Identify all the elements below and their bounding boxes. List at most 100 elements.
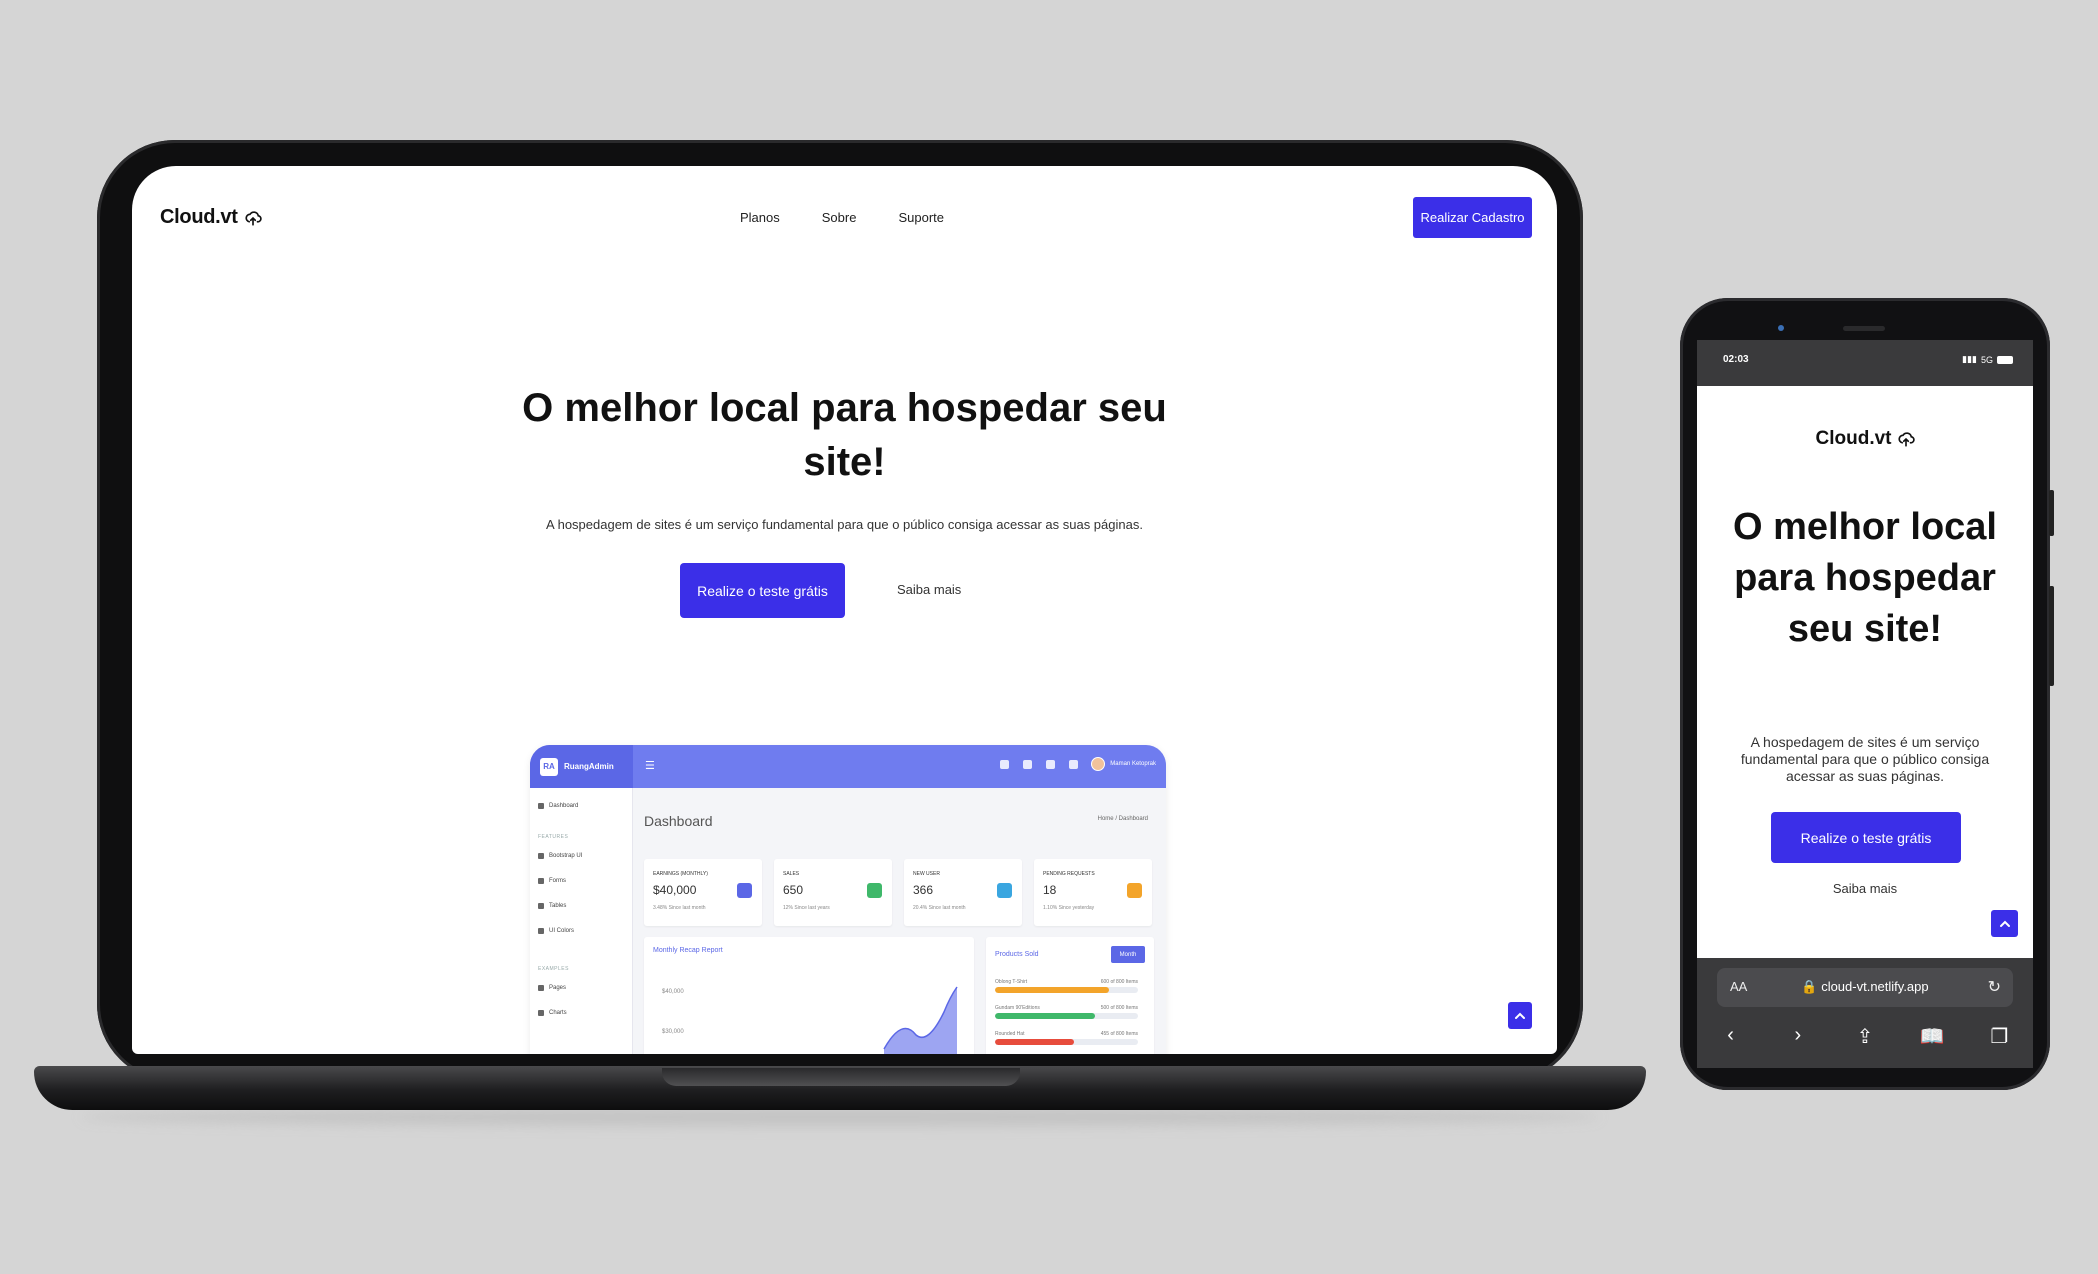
calendar-icon bbox=[737, 883, 752, 898]
stat-card-label: NEW USER bbox=[913, 871, 940, 877]
product-info: 600 of 800 Items bbox=[1100, 979, 1138, 985]
logo-text: Cloud.vt bbox=[160, 206, 238, 228]
comments-icon bbox=[1127, 883, 1142, 898]
dashboard-brand-text: RuangAdmin bbox=[564, 762, 614, 771]
sidebar-item-label: UI Colors bbox=[549, 928, 575, 934]
url-text: 🔒 cloud-vt.netlify.app bbox=[1717, 979, 2013, 995]
product-bar-fill bbox=[995, 1013, 1096, 1019]
sidebar-item-label: Charts bbox=[549, 1010, 567, 1016]
monthly-recap-panel: Monthly Recap Report $40,000 $30,000 bbox=[644, 937, 974, 1054]
stat-card-value: 18 bbox=[1043, 883, 1057, 897]
box-icon bbox=[538, 853, 544, 859]
stat-card-pending: PENDING REQUESTS 18 1.10% Since yesterda… bbox=[1034, 859, 1152, 926]
nav-link-suporte[interactable]: Suporte bbox=[898, 210, 944, 225]
logo-text: Cloud.vt bbox=[1815, 428, 1892, 449]
stat-card-earnings: EARNINGS (MONTHLY) $40,000 3.48% Since l… bbox=[644, 859, 762, 926]
month-dropdown: Month bbox=[1111, 946, 1145, 963]
sidebar-item-pages: Pages bbox=[538, 985, 566, 991]
dashboard-icon bbox=[538, 803, 544, 809]
sidebar-item-ui-colors: UI Colors bbox=[538, 928, 574, 934]
phone-volume-button bbox=[2049, 490, 2054, 536]
mobile-hero-title: O melhor local para hospedar seu site! bbox=[1733, 506, 1997, 650]
nav-link-planos[interactable]: Planos bbox=[740, 210, 780, 225]
sidebar-item-charts: Charts bbox=[538, 1010, 567, 1016]
stat-card-new-user: NEW USER 366 20.4% Since last month bbox=[904, 859, 1022, 926]
palette-icon bbox=[538, 928, 544, 934]
product-bar-row: Oblong T-Shirt 600 of 800 Items bbox=[995, 979, 1138, 993]
breadcrumb: Home / Dashboard bbox=[1097, 816, 1148, 822]
product-bar-fill bbox=[995, 987, 1110, 993]
chevron-up-icon bbox=[1999, 920, 2010, 927]
scroll-to-top-button[interactable] bbox=[1508, 1002, 1532, 1029]
stat-card-note: 12% Since last years bbox=[783, 905, 830, 911]
cloud-upload-icon bbox=[245, 210, 262, 226]
mobile-scroll-to-top-button[interactable] bbox=[1991, 910, 2018, 937]
product-bar-row: Rounded Hat 455 of 800 Items bbox=[995, 1031, 1138, 1045]
reload-icon[interactable]: ↻ bbox=[1988, 977, 2001, 997]
stat-card-label: EARNINGS (MONTHLY) bbox=[653, 871, 708, 877]
stat-card-label: PENDING REQUESTS bbox=[1043, 871, 1095, 877]
product-info: 455 of 800 Items bbox=[1100, 1031, 1138, 1037]
hamburger-icon: ☰ bbox=[645, 760, 655, 772]
dashboard-sidebar: Dashboard FEATURES Bootstrap UI Forms Ta… bbox=[530, 788, 633, 1054]
nav-link-sobre[interactable]: Sobre bbox=[822, 210, 857, 225]
url-bar[interactable]: AA 🔒 cloud-vt.netlify.app ↻ bbox=[1717, 968, 2013, 1007]
product-bar-fill bbox=[995, 1039, 1074, 1045]
laptop-screen: Cloud.vt Planos Sobre Suporte Realizar C… bbox=[132, 166, 1557, 1054]
bookmarks-icon[interactable]: 📖 bbox=[1917, 1024, 1947, 1049]
stat-card-sales: SALES 650 12% Since last years bbox=[774, 859, 892, 926]
learn-more-link[interactable]: Saiba mais bbox=[897, 582, 961, 597]
phone-screen: Cloud.vt O melhor local para hospedar se… bbox=[1697, 386, 2033, 958]
stat-card-label: SALES bbox=[783, 871, 800, 877]
users-icon bbox=[997, 883, 1012, 898]
product-info: 500 of 800 Items bbox=[1100, 1005, 1138, 1011]
product-name: Oblong T-Shirt bbox=[995, 979, 1028, 985]
site-navbar: Cloud.vt Planos Sobre Suporte Realizar C… bbox=[132, 166, 1557, 266]
sidebar-item-forms: Forms bbox=[538, 878, 566, 884]
sidebar-heading-examples: EXAMPLES bbox=[538, 966, 569, 972]
product-name: Rounded Hat bbox=[995, 1031, 1025, 1037]
browser-toolbar: ‹ › ⇪ 📖 ❐ bbox=[1697, 1024, 2033, 1049]
chevron-up-icon bbox=[1515, 1012, 1525, 1019]
sidebar-item-label: Bootstrap UI bbox=[549, 853, 583, 859]
mobile-hero-subtitle: A hospedagem de sites é um serviço funda… bbox=[1740, 734, 1990, 784]
product-name: Gundam 90'Editions bbox=[995, 1005, 1040, 1011]
battery-icon bbox=[1997, 355, 2013, 364]
back-icon[interactable]: ‹ bbox=[1716, 1024, 1746, 1049]
free-trial-button[interactable]: Realize o teste grátis bbox=[680, 563, 845, 618]
mobile-site-logo[interactable]: Cloud.vt bbox=[1697, 428, 2033, 450]
panel-title: Products Sold bbox=[995, 951, 1039, 958]
phone-status-bar: 02:03 ▮▮▮ 5G bbox=[1697, 340, 2033, 386]
dashboard-logo-badge: RA bbox=[540, 757, 558, 776]
products-sold-panel: Products Sold Month Oblong T-Shirt 600 of… bbox=[986, 937, 1154, 1054]
hero-subtitle: A hospedagem de sites é um serviço funda… bbox=[546, 517, 1143, 532]
site-logo[interactable]: Cloud.vt bbox=[160, 206, 262, 229]
pages-icon bbox=[538, 985, 544, 991]
mobile-free-trial-button[interactable]: Realize o teste grátis bbox=[1771, 812, 1961, 863]
dashboard-user: Maman Ketoprak bbox=[1091, 757, 1156, 771]
sidebar-item-label: Forms bbox=[549, 878, 566, 884]
stat-card-note: 1.10% Since yesterday bbox=[1043, 905, 1095, 911]
mobile-browser-bar: AA 🔒 cloud-vt.netlify.app ↻ ‹ › ⇪ 📖 ❐ bbox=[1697, 958, 2033, 1068]
share-icon[interactable]: ⇪ bbox=[1850, 1024, 1880, 1049]
stat-card-note: 3.48% Since last month bbox=[653, 905, 706, 911]
laptop-shadow bbox=[80, 1108, 1600, 1126]
signal-icon: ▮▮▮ bbox=[1962, 354, 1977, 364]
mockup-stage: Cloud.vt Planos Sobre Suporte Realizar C… bbox=[0, 0, 2098, 1274]
stat-card-note: 20.4% Since last month bbox=[913, 905, 966, 911]
dashboard-title: Dashboard bbox=[644, 813, 713, 829]
form-icon bbox=[538, 878, 544, 884]
signup-button[interactable]: Realizar Cadastro bbox=[1413, 197, 1532, 238]
laptop-trackpad-notch bbox=[662, 1068, 1020, 1086]
mobile-learn-more-link[interactable]: Saiba mais bbox=[1697, 881, 2033, 896]
table-icon bbox=[538, 903, 544, 909]
stat-card-value: 366 bbox=[913, 883, 934, 897]
network-label: 5G bbox=[1980, 354, 1993, 365]
tasks-icon bbox=[1069, 760, 1078, 769]
sidebar-item-dashboard: Dashboard bbox=[538, 803, 578, 809]
product-bar-row: Gundam 90'Editions 500 of 800 Items bbox=[995, 1005, 1138, 1019]
forward-icon[interactable]: › bbox=[1783, 1024, 1813, 1049]
tabs-icon[interactable]: ❐ bbox=[1984, 1024, 2014, 1049]
camera-icon bbox=[1778, 325, 1784, 331]
status-indicators: ▮▮▮ 5G bbox=[1962, 354, 2013, 365]
